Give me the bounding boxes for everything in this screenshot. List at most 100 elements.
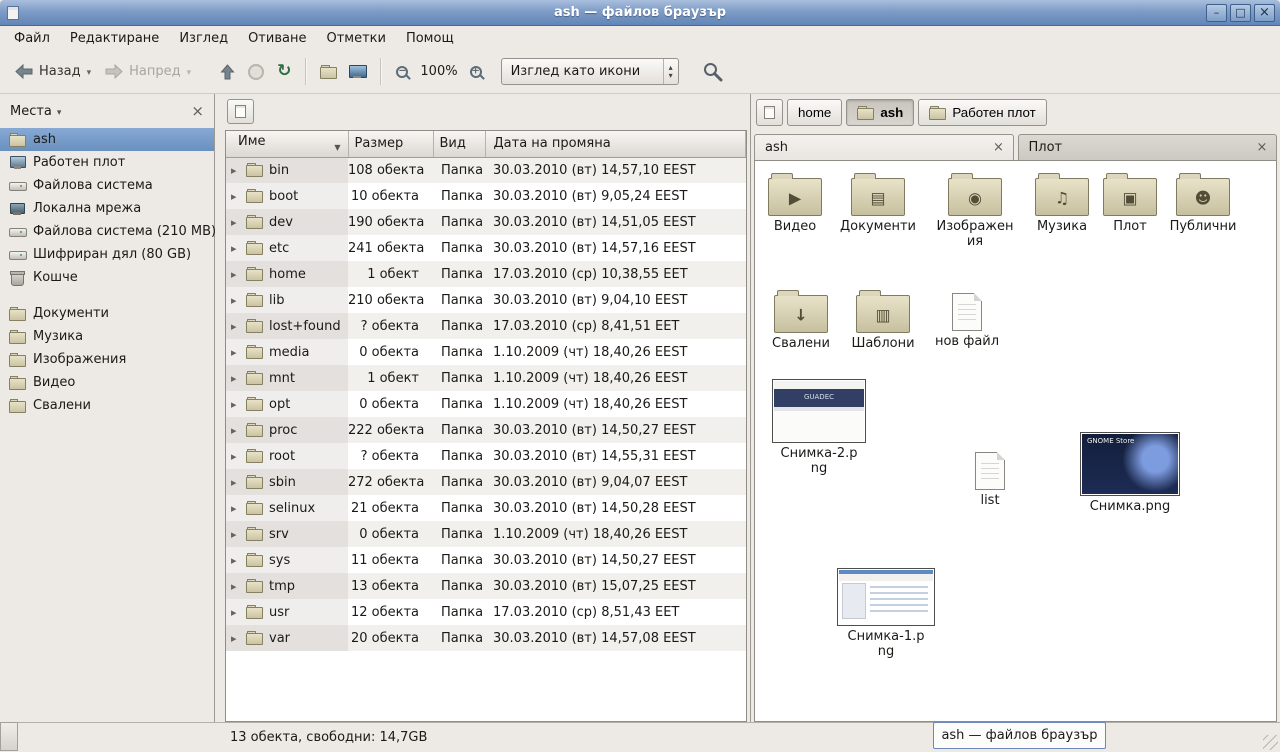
file-row[interactable]: bin 108 обекта Папка 30.03.2010 (вт) 14,… — [226, 157, 746, 183]
sidebar-place-item[interactable]: Документи — [0, 302, 214, 325]
path-segment-button[interactable]: home — [787, 99, 842, 126]
icon-view-item[interactable]: Свалени — [761, 289, 841, 352]
expander-icon[interactable] — [231, 294, 246, 307]
column-header-name[interactable]: Име — [226, 131, 348, 157]
view-mode-select[interactable]: Изглед като икони ▴▾ — [501, 58, 679, 85]
sidebar-place-item[interactable]: Кошче — [0, 266, 214, 289]
sidebar-place-item[interactable]: Свалени — [0, 394, 214, 417]
taskbar-window-button[interactable]: ash — файлов браузър — [933, 722, 1106, 749]
icon-view-item[interactable]: Плот — [1090, 172, 1170, 235]
titlebar[interactable]: ash — файлов браузър — [0, 0, 1280, 26]
sidebar-place-item[interactable]: Шифриран дял (80 GB) — [0, 243, 214, 266]
expander-icon[interactable] — [231, 320, 246, 333]
expander-icon[interactable] — [231, 164, 246, 177]
expander-icon[interactable] — [231, 580, 246, 593]
icon-view-item[interactable]: list — [950, 448, 1030, 509]
tab-close-icon[interactable] — [991, 141, 1007, 154]
path-segment-button[interactable]: ash — [846, 99, 914, 126]
expander-icon[interactable] — [231, 476, 246, 489]
file-row[interactable]: selinux 21 обекта Папка 30.03.2010 (вт) … — [226, 495, 746, 521]
sidebar-place-item[interactable]: Видео — [0, 371, 214, 394]
file-row[interactable]: root ? обекта Папка 30.03.2010 (вт) 14,5… — [226, 443, 746, 469]
path-root-button[interactable] — [756, 99, 783, 126]
column-header-date[interactable]: Дата на промяна — [485, 131, 746, 157]
icon-view-item[interactable]: Публични — [1163, 172, 1243, 235]
show-desktop-button[interactable] — [0, 722, 18, 751]
icon-view-item[interactable]: нов файл — [927, 289, 1007, 350]
file-row[interactable]: sbin 272 обекта Папка 30.03.2010 (вт) 9,… — [226, 469, 746, 495]
expander-icon[interactable] — [231, 372, 246, 385]
column-header-size[interactable]: Размер — [348, 131, 433, 157]
sidebar-close-icon[interactable] — [191, 104, 204, 119]
file-row[interactable]: etc 241 обекта Папка 30.03.2010 (вт) 14,… — [226, 235, 746, 261]
menu-item[interactable]: Отметки — [316, 28, 395, 49]
resize-grip[interactable] — [1263, 735, 1278, 750]
icon-view-item[interactable]: GNOME Store Снимка.png — [1075, 432, 1185, 515]
sidebar-place-item[interactable]: Музика — [0, 325, 214, 348]
file-row[interactable]: opt 0 обекта Папка 1.10.2009 (чт) 18,40,… — [226, 391, 746, 417]
expander-icon[interactable] — [231, 606, 246, 619]
view-mode-spinner-icon[interactable]: ▴▾ — [663, 59, 678, 84]
minimize-button[interactable] — [1206, 4, 1227, 22]
icon-view-item[interactable]: Видео — [755, 172, 835, 235]
expander-icon[interactable] — [231, 346, 246, 359]
expander-icon[interactable] — [231, 242, 246, 255]
sidebar-place-item[interactable]: Изображения — [0, 348, 214, 371]
icon-view-item[interactable]: Снимка-1.png — [831, 568, 941, 660]
reload-button[interactable]: ↻ — [271, 59, 297, 84]
file-row[interactable]: mnt 1 обект Папка 1.10.2009 (чт) 18,40,2… — [226, 365, 746, 391]
file-row[interactable]: usr 12 обекта Папка 17.03.2010 (ср) 8,51… — [226, 599, 746, 625]
expander-icon[interactable] — [231, 554, 246, 567]
file-row[interactable]: var 20 обекта Папка 30.03.2010 (вт) 14,5… — [226, 625, 746, 651]
file-row[interactable]: dev 190 обекта Папка 30.03.2010 (вт) 14,… — [226, 209, 746, 235]
up-button[interactable] — [214, 60, 241, 84]
forward-button[interactable]: Напред — [98, 60, 198, 83]
file-row[interactable]: proc 222 обекта Папка 30.03.2010 (вт) 14… — [226, 417, 746, 443]
zoom-out-button[interactable] — [389, 60, 415, 84]
menu-item[interactable]: Редактиране — [60, 28, 169, 49]
file-row[interactable]: boot 10 обекта Папка 30.03.2010 (вт) 9,0… — [226, 183, 746, 209]
menu-item[interactable]: Отиване — [238, 28, 316, 49]
expander-icon[interactable] — [231, 502, 246, 515]
file-row[interactable]: srv 0 обекта Папка 1.10.2009 (чт) 18,40,… — [226, 521, 746, 547]
expander-icon[interactable] — [231, 190, 246, 203]
file-row[interactable]: media 0 обекта Папка 1.10.2009 (чт) 18,4… — [226, 339, 746, 365]
sidebar-selector-chevron-icon[interactable] — [52, 104, 62, 119]
tab[interactable]: ash — [754, 134, 1014, 160]
close-button[interactable] — [1254, 4, 1275, 22]
file-row[interactable]: sys 11 обекта Папка 30.03.2010 (вт) 14,5… — [226, 547, 746, 573]
back-history-dropdown-icon[interactable] — [87, 64, 92, 79]
expander-icon[interactable] — [231, 216, 246, 229]
path-segment-button[interactable]: Работен плот — [918, 99, 1046, 126]
column-header-type[interactable]: Вид — [433, 131, 485, 157]
zoom-in-button[interactable] — [463, 60, 489, 84]
stop-button[interactable] — [241, 59, 271, 85]
icon-view-item[interactable]: Изображения — [935, 172, 1015, 250]
sidebar-place-item[interactable]: Файлова система — [0, 174, 214, 197]
expander-icon[interactable] — [231, 450, 246, 463]
expander-icon[interactable] — [231, 632, 246, 645]
maximize-button[interactable] — [1230, 4, 1251, 22]
expander-icon[interactable] — [231, 268, 246, 281]
expander-icon[interactable] — [231, 424, 246, 437]
expander-icon[interactable] — [231, 398, 246, 411]
menu-item[interactable]: Файл — [4, 28, 60, 49]
sidebar-place-item[interactable]: Работен плот — [0, 151, 214, 174]
file-row[interactable]: lib 210 обекта Папка 30.03.2010 (вт) 9,0… — [226, 287, 746, 313]
search-button[interactable] — [693, 57, 732, 86]
computer-button[interactable] — [343, 61, 372, 83]
forward-history-dropdown-icon[interactable] — [187, 64, 192, 79]
location-button[interactable] — [227, 99, 254, 124]
file-row[interactable]: lost+found ? обекта Папка 17.03.2010 (ср… — [226, 313, 746, 339]
icon-view[interactable]: Видео Документи Изображения — [754, 160, 1277, 722]
expander-icon[interactable] — [231, 528, 246, 541]
file-row[interactable]: tmp 13 обекта Папка 30.03.2010 (вт) 15,0… — [226, 573, 746, 599]
back-button[interactable]: Назад — [8, 60, 98, 83]
sidebar-place-item[interactable]: ash — [0, 128, 214, 151]
sidebar-place-item[interactable]: Локална мрежа — [0, 197, 214, 220]
home-button[interactable] — [314, 61, 343, 82]
file-row[interactable]: home 1 обект Папка 17.03.2010 (ср) 10,38… — [226, 261, 746, 287]
sidebar-place-item[interactable]: Файлова система (210 MB) — [0, 220, 214, 243]
icon-view-item[interactable]: GUADEC Снимка-2.png — [767, 379, 871, 477]
menu-item[interactable]: Помощ — [396, 28, 464, 49]
